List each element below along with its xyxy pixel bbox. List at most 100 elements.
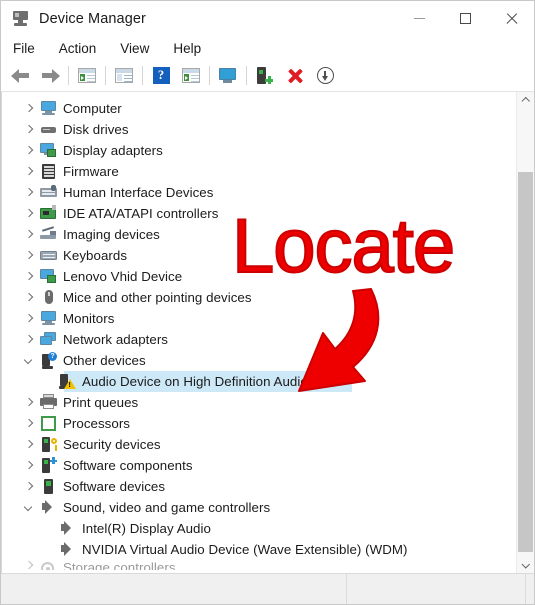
update-driver-button[interactable]	[176, 63, 206, 89]
tree-item-label: Display adapters	[63, 143, 163, 158]
chevron-right-icon[interactable]	[24, 208, 35, 219]
window-title: Device Manager	[39, 10, 146, 27]
toolbar-separator	[68, 66, 69, 85]
chevron-right-icon[interactable]	[24, 166, 35, 177]
software-device-icon	[40, 478, 57, 495]
tree-item-label: Audio Device on High Definition Audio Bu…	[82, 374, 335, 389]
warning-device-icon	[59, 373, 76, 390]
tree-item-mice-and-other-pointing-devices[interactable]: Mice and other pointing devices	[2, 287, 507, 308]
chevron-down-icon[interactable]	[24, 355, 35, 366]
device-manager-window: Device Manager File Action View Help ? C…	[0, 0, 535, 605]
tree-item-lenovo-vhid-device[interactable]: Lenovo Vhid Device	[2, 266, 507, 287]
network-adapter-icon	[40, 331, 57, 348]
tree-item-label: Software components	[63, 458, 193, 473]
minimize-icon	[413, 18, 425, 19]
vertical-scrollbar[interactable]	[516, 92, 534, 575]
menu-file[interactable]: File	[13, 41, 35, 56]
tree-item-label: Mice and other pointing devices	[63, 290, 252, 305]
tree-item-display-adapters[interactable]: Display adapters	[2, 140, 507, 161]
hid-icon	[40, 184, 57, 201]
tree-item-label: Monitors	[63, 311, 115, 326]
properties-button[interactable]	[109, 63, 139, 89]
chevron-right-icon[interactable]	[24, 397, 35, 408]
tree-item-other-devices[interactable]: ? Other devices	[2, 350, 507, 371]
chevron-right-icon[interactable]	[24, 124, 35, 135]
tree-item-firmware[interactable]: Firmware	[2, 161, 507, 182]
printer-icon	[40, 394, 57, 411]
tree-item-security-devices[interactable]: Security devices	[2, 434, 507, 455]
tree-item-label: Intel(R) Display Audio	[82, 521, 211, 536]
menu-help[interactable]: Help	[173, 41, 201, 56]
tree-item-storage-controllers[interactable]: Storage controllers	[2, 560, 507, 570]
tree-item-nvidia-virtual-audio-device[interactable]: NVIDIA Virtual Audio Device (Wave Extens…	[2, 539, 507, 560]
uninstall-device-button[interactable]	[280, 63, 310, 89]
chevron-right-icon[interactable]	[24, 271, 35, 282]
speaker-icon	[59, 541, 76, 558]
show-hide-console-tree-button[interactable]	[72, 63, 102, 89]
display-adapter-icon	[40, 142, 57, 159]
tree-item-label: Lenovo Vhid Device	[63, 269, 183, 284]
chevron-down-icon[interactable]	[24, 502, 35, 513]
chevron-right-icon[interactable]	[24, 439, 35, 450]
tree-item-software-components[interactable]: Software components	[2, 455, 507, 476]
chevron-right-icon[interactable]	[24, 460, 35, 471]
firmware-icon	[40, 163, 57, 180]
tree-item-audio-device-on-high-definition-audio-bus[interactable]: Audio Device on High Definition Audio Bu…	[2, 371, 507, 392]
toolbar-separator	[105, 66, 106, 85]
help-button[interactable]: ?	[146, 63, 176, 89]
maximize-icon	[459, 13, 471, 24]
menu-view[interactable]: View	[120, 41, 149, 56]
chevron-right-icon[interactable]	[24, 187, 35, 198]
tree-item-label: Keyboards	[63, 248, 128, 263]
chevron-right-icon[interactable]	[24, 334, 35, 345]
tree-item-human-interface-devices[interactable]: Human Interface Devices	[2, 182, 507, 203]
chevron-right-icon[interactable]	[24, 145, 35, 156]
chevron-right-icon[interactable]	[24, 292, 35, 303]
forward-button[interactable]	[35, 63, 65, 89]
tree-item-imaging-devices[interactable]: Imaging devices	[2, 224, 507, 245]
tree-item-disk-drives[interactable]: Disk drives	[2, 119, 507, 140]
content-area: Computer Disk drives Display adapters Fi…	[1, 92, 534, 575]
tree-item-computer[interactable]: Computer	[2, 98, 507, 119]
device-tree[interactable]: Computer Disk drives Display adapters Fi…	[2, 92, 507, 575]
tree-item-monitors[interactable]: Monitors	[2, 308, 507, 329]
tree-item-sound-video-and-game-controllers[interactable]: Sound, video and game controllers	[2, 497, 507, 518]
processor-icon	[40, 415, 57, 432]
minimize-button[interactable]	[396, 1, 442, 36]
tree-item-software-devices[interactable]: Software devices	[2, 476, 507, 497]
back-button[interactable]	[5, 63, 35, 89]
chevron-right-icon[interactable]	[24, 103, 35, 114]
back-arrow-icon	[10, 68, 30, 83]
tree-item-print-queues[interactable]: Print queues	[2, 392, 507, 413]
tree-item-keyboards[interactable]: Keyboards	[2, 245, 507, 266]
speaker-icon	[40, 499, 57, 516]
chevron-right-icon[interactable]	[24, 481, 35, 492]
scan-for-hardware-changes-button[interactable]	[250, 63, 280, 89]
security-device-icon	[40, 436, 57, 453]
close-icon	[505, 12, 518, 25]
tree-item-label: Computer	[63, 101, 122, 116]
tree-item-processors[interactable]: Processors	[2, 413, 507, 434]
chevron-right-icon[interactable]	[24, 313, 35, 324]
scroll-up-button[interactable]	[517, 92, 534, 109]
tree-item-label: Human Interface Devices	[63, 185, 214, 200]
menu-action[interactable]: Action	[59, 41, 97, 56]
maximize-button[interactable]	[442, 1, 488, 36]
disable-device-button[interactable]	[310, 63, 340, 89]
tree-item-intel-display-audio[interactable]: Intel(R) Display Audio	[2, 518, 507, 539]
chevron-right-icon[interactable]	[24, 418, 35, 429]
tree-item-label: IDE ATA/ATAPI controllers	[63, 206, 219, 221]
chevron-right-icon[interactable]	[24, 250, 35, 261]
scan-monitor-button[interactable]	[213, 63, 243, 89]
chevron-right-icon[interactable]	[24, 560, 35, 570]
close-button[interactable]	[488, 1, 534, 36]
disk-drive-icon	[40, 121, 57, 138]
speaker-icon	[59, 520, 76, 537]
tree-item-network-adapters[interactable]: Network adapters	[2, 329, 507, 350]
update-driver-icon	[182, 68, 200, 83]
chevron-right-icon[interactable]	[24, 229, 35, 240]
tree-item-ide-ata-atapi-controllers[interactable]: IDE ATA/ATAPI controllers	[2, 203, 507, 224]
ide-controller-icon	[40, 205, 57, 222]
other-devices-icon: ?	[40, 352, 57, 369]
scrollbar-thumb[interactable]	[518, 172, 533, 552]
